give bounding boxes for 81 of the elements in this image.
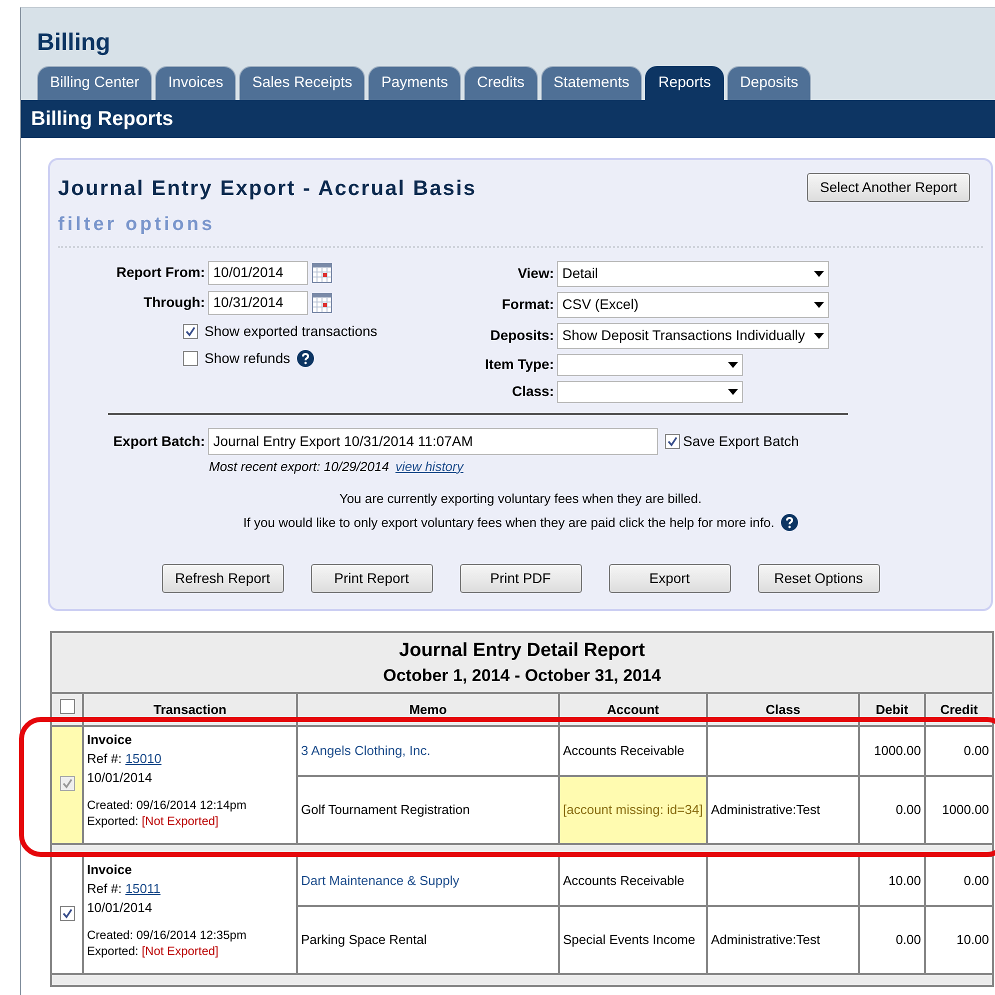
calendar-icon[interactable] — [312, 292, 332, 313]
tab[interactable]: Deposits — [726, 66, 812, 100]
report-heading: Journal Entry Detail Report — [398, 639, 646, 664]
dropdown-value: CSV (Excel) — [562, 295, 638, 314]
action-button[interactable]: Reset Options — [758, 564, 880, 594]
tab[interactable]: Payments — [368, 66, 462, 100]
table-cell: 3 Angels Clothing, Inc. — [297, 726, 559, 776]
caret-icon — [728, 362, 738, 368]
table-cell: [account missing: id=34] — [559, 776, 707, 844]
field-label: Format: — [500, 295, 554, 314]
action-button[interactable]: Print PDF — [460, 564, 582, 594]
dropdown-value: Show Deposit Transactions Individually — [562, 326, 806, 346]
calendar-icon[interactable] — [312, 262, 332, 283]
date-range: October 1, 2014 - October 31, 2014 — [382, 665, 662, 688]
view-history-link[interactable]: view history — [395, 456, 464, 476]
date-field[interactable]: 10/31/2014 — [208, 290, 308, 315]
transaction-date: 10/01/2014 — [87, 768, 154, 787]
field-label: Item Type: — [484, 355, 554, 374]
report-title: Journal Entry Export - Accrual Basis — [58, 176, 476, 202]
caret-icon — [814, 302, 824, 308]
field-label: View: — [516, 264, 554, 284]
created-text: Created: 09/16/2014 12:35pm — [87, 926, 248, 943]
field-label: Through: — [142, 293, 205, 312]
ref-link[interactable]: 15011 — [125, 880, 160, 896]
checkbox-label: Show exported transactions — [204, 322, 378, 341]
field-label: Export Batch: — [112, 432, 205, 451]
table-cell: Accounts Receivable — [559, 856, 707, 906]
table-cell: 1000.00 — [859, 726, 925, 776]
checkbox[interactable] — [183, 350, 198, 366]
action-button[interactable]: Export — [608, 564, 730, 594]
tab[interactable]: Credits — [464, 66, 538, 100]
tab[interactable]: Reports — [645, 66, 724, 100]
export-status: [Not Exported] — [142, 944, 218, 958]
ref-label: Ref #: — [87, 750, 122, 766]
recent-export-text: Most recent export: 10/29/2014 — [209, 458, 389, 476]
checkbox[interactable] — [60, 699, 74, 714]
page-title: Billing — [37, 28, 112, 58]
checkbox[interactable] — [183, 324, 198, 339]
exported-label: Exported: — [87, 814, 138, 828]
field-label: Report From: — [115, 263, 205, 282]
action-button[interactable]: Print Report — [310, 564, 432, 594]
info-text: If you would like to only export voluntary fees when they are paid click the help for more info. — [243, 514, 774, 532]
ref-label: Ref #: — [87, 880, 122, 896]
tab[interactable]: Invoices — [155, 66, 236, 100]
export-batch-field[interactable]: Journal Entry Export 10/31/2014 11:07AM — [208, 428, 658, 455]
exported-label: Exported: — [87, 944, 138, 958]
table-cell: 10.00 — [859, 856, 925, 906]
field-label: Deposits: — [489, 326, 554, 346]
checkbox[interactable] — [664, 434, 680, 449]
table-cell: 0.00 — [925, 726, 994, 776]
select-report-button[interactable]: Select Another Report — [807, 173, 970, 202]
tab[interactable]: Billing Center — [37, 66, 152, 100]
action-button[interactable]: Refresh Report — [162, 564, 284, 594]
date-field[interactable]: 10/01/2014 — [208, 260, 308, 285]
field-label: Class: — [510, 382, 554, 402]
caret-icon — [728, 388, 738, 395]
transaction-type: Invoice — [87, 730, 133, 749]
transaction-type: Invoice — [87, 860, 133, 879]
filter-heading: filter options — [58, 211, 983, 248]
checkbox[interactable] — [60, 776, 74, 791]
help-icon[interactable] — [296, 350, 314, 367]
table-cell: 0.00 — [925, 856, 994, 906]
tab[interactable]: Statements — [540, 66, 642, 100]
tab[interactable]: Sales Receipts — [239, 66, 366, 100]
checkbox-label: Show refunds — [204, 348, 290, 368]
help-icon[interactable] — [780, 514, 798, 531]
section-title: Billing Reports — [21, 100, 995, 138]
dropdown[interactable]: Show Deposit Transactions Individually — [557, 322, 830, 349]
caret-icon — [814, 332, 824, 339]
created-text: Created: 09/16/2014 12:14pm — [87, 796, 248, 813]
dropdown-value: Detail — [562, 264, 598, 284]
checkbox-label: Save Export Batch — [683, 432, 799, 451]
checkbox[interactable] — [60, 906, 74, 921]
ref-link[interactable]: 15010 — [125, 750, 162, 766]
info-text: You are currently exporting voluntary fees when they are billed. — [339, 490, 702, 508]
export-status: [Not Exported] — [142, 814, 218, 828]
dropdown[interactable]: CSV (Excel) — [557, 292, 830, 318]
caret-icon — [814, 270, 824, 277]
table-cell: Dart Maintenance & Supply — [297, 856, 559, 906]
transaction-date: 10/01/2014 — [87, 898, 154, 917]
dropdown[interactable]: Detail — [557, 260, 830, 287]
